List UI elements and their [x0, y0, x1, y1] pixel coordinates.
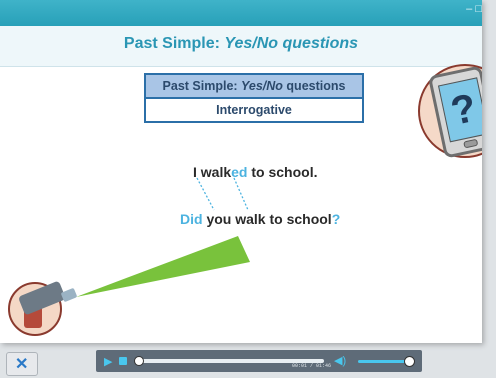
play-button[interactable]: ▶: [104, 355, 112, 368]
stop-button[interactable]: [119, 357, 127, 365]
time-readout: 00:01 / 01:46: [292, 363, 332, 369]
question-mark-icon: ?: [447, 85, 481, 134]
dotted-line-2: [233, 177, 249, 211]
volume-thumb[interactable]: [404, 356, 415, 367]
projector-beam: [76, 236, 250, 297]
slide-frame: – □ Past Simple: Yes/No questions Past S…: [0, 0, 482, 343]
volume-icon[interactable]: ◀): [334, 354, 346, 367]
tool-button[interactable]: ✕: [6, 352, 38, 376]
projector-icon: [8, 280, 70, 342]
question-body: you walk to school: [202, 211, 332, 227]
question-mark: ?: [331, 211, 341, 227]
volume-slider[interactable]: [358, 360, 408, 363]
seek-thumb[interactable]: [134, 356, 144, 366]
dotted-line-1: [196, 177, 215, 211]
tool-icon: ✕: [15, 356, 29, 373]
app-window: – □ Past Simple: Yes/No questions Past S…: [0, 0, 496, 378]
media-player: ▶ 00:01 / 01:46 ◀): [96, 350, 422, 372]
sentence-question: Did you walk to school?: [180, 211, 340, 227]
phone-screen: ?: [437, 77, 482, 143]
phone-button: [463, 138, 479, 149]
question-did: Did: [180, 211, 203, 227]
phone-question-icon: ?: [418, 64, 482, 160]
